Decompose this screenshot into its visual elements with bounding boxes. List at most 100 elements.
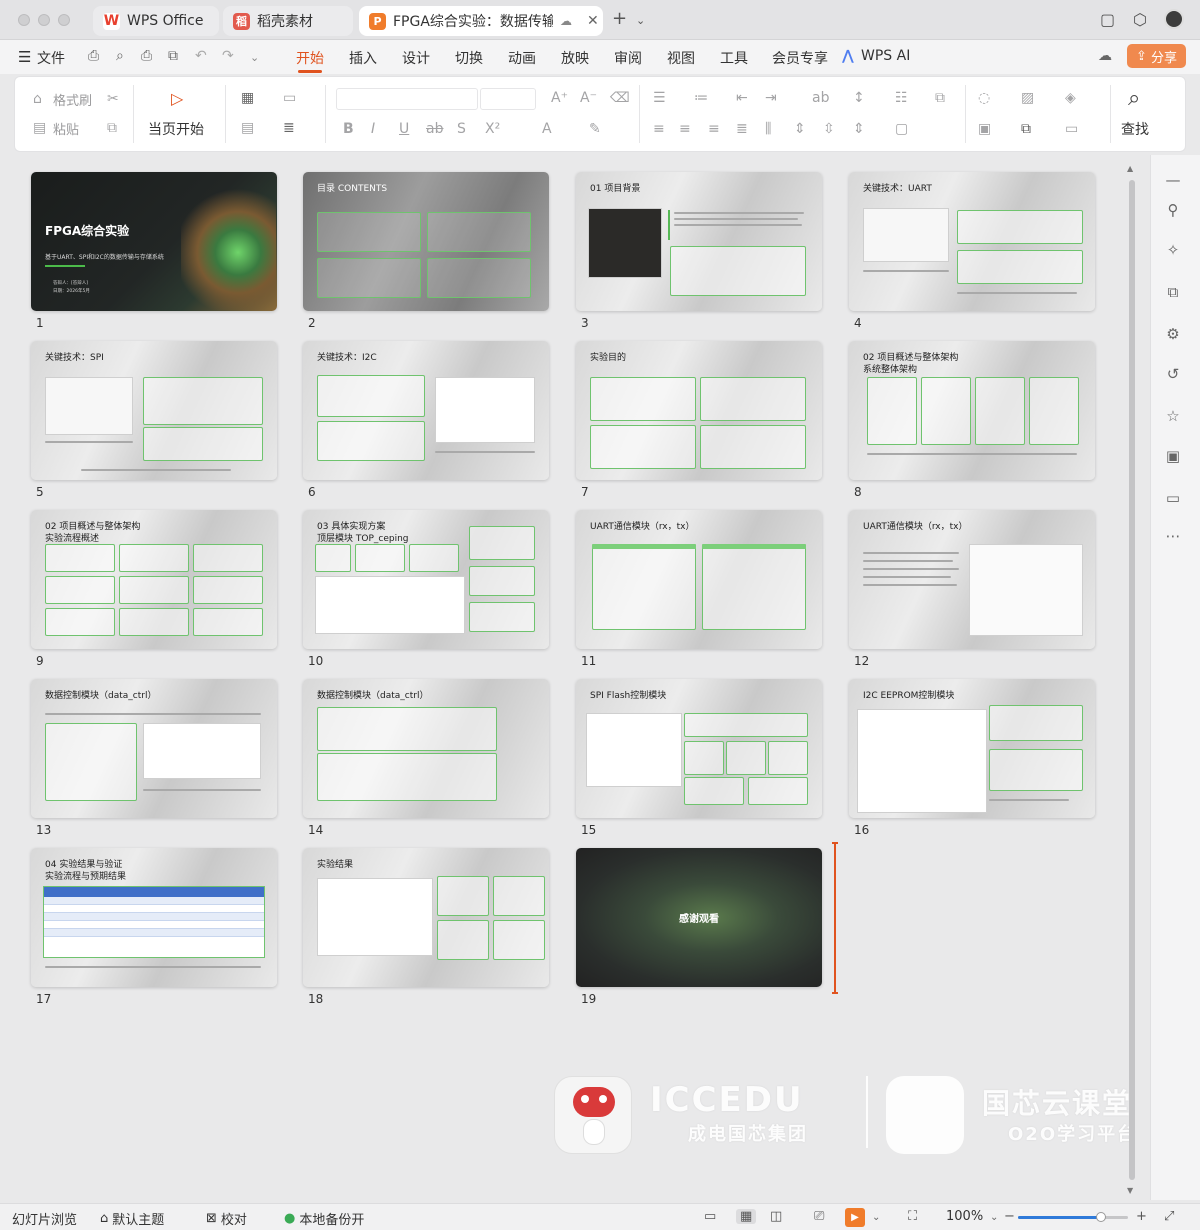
textbox-insert-icon[interactable]: ▣	[978, 121, 991, 137]
menu-review[interactable]: 审阅	[614, 48, 642, 68]
slide-thumbnail[interactable]: 实验结果	[303, 848, 549, 987]
slide-thumbnail[interactable]: 数据控制模块（data_ctrl）	[303, 679, 549, 818]
zoom-slider-knob[interactable]	[1095, 1212, 1106, 1222]
superscript-icon[interactable]: X²	[485, 121, 500, 137]
vertical-scrollbar[interactable]: ▲ ▼	[1127, 164, 1137, 1200]
menu-file[interactable]: 文件	[37, 48, 65, 68]
slide-thumbnail[interactable]: 关键技术：SPI	[31, 341, 277, 480]
bullet-list-icon[interactable]: ☰	[653, 90, 666, 106]
fill-icon[interactable]: ◈	[1065, 90, 1076, 106]
redo-icon[interactable]: ↷	[222, 48, 234, 64]
increase-indent-icon[interactable]: ⇥	[765, 90, 777, 106]
strikethrough-icon[interactable]: ab	[426, 121, 443, 137]
menu-member[interactable]: 会员专享	[772, 48, 828, 68]
font-family-select[interactable]	[336, 88, 478, 110]
text-direction-icon[interactable]: ab	[812, 90, 829, 106]
zoom-slider[interactable]	[1018, 1212, 1128, 1222]
new-tab-icon[interactable]: +	[612, 8, 627, 29]
find-button[interactable]: 查找	[1121, 119, 1149, 139]
history-icon[interactable]: ↺	[1163, 365, 1183, 385]
decrease-indent-icon[interactable]: ⇤	[736, 90, 748, 106]
cloud-sync-icon[interactable]: ☁	[1098, 48, 1112, 64]
menu-animation[interactable]: 动画	[508, 48, 536, 68]
menu-design[interactable]: 设计	[402, 48, 430, 68]
menu-wps-ai[interactable]: WPS AI	[861, 48, 910, 64]
copy-layers-icon[interactable]: ⧉	[1163, 283, 1183, 303]
slide-thumbnail[interactable]: 03 具体实现方案 顶层模块 TOP_ceping	[303, 510, 549, 649]
slide-thumbnail[interactable]: 02 项目概述与整体架构 实验流程概述	[31, 510, 277, 649]
layout-icon[interactable]: ▭	[283, 90, 296, 106]
picture-icon[interactable]: ▨	[1021, 90, 1034, 106]
scroll-thumb[interactable]	[1129, 180, 1135, 1180]
zoom-level[interactable]: 100%	[946, 1209, 983, 1224]
section-icon[interactable]: ▤	[241, 120, 254, 136]
increase-font-icon[interactable]: A⁺	[551, 90, 568, 106]
text-box-icon[interactable]: ▢	[895, 121, 908, 137]
magic-star-icon[interactable]: ✧	[1163, 241, 1183, 261]
slide-sorter-view-icon[interactable]: ▦	[736, 1209, 757, 1224]
tab-wps-office[interactable]: W WPS Office	[93, 6, 219, 36]
reset-icon[interactable]: ≣	[283, 120, 295, 136]
numbered-list-icon[interactable]: ≔	[694, 90, 708, 106]
vertical-align-icon[interactable]: ⇳	[823, 121, 835, 137]
window-layout-icon[interactable]: ▢	[1100, 10, 1115, 29]
italic-icon[interactable]: I	[371, 121, 375, 137]
proofread-button[interactable]: ⊠ 校对	[206, 1209, 247, 1228]
slide-thumbnail[interactable]: 数据控制模块（data_ctrl）	[31, 679, 277, 818]
paste-button[interactable]: 粘贴	[53, 119, 79, 138]
star-icon[interactable]: ☆	[1163, 407, 1183, 427]
chevron-down-icon[interactable]: ⌄	[636, 14, 645, 27]
theme-button[interactable]: ⌂ 默认主题	[100, 1209, 164, 1228]
slide-thumbnail[interactable]: 实验目的	[576, 341, 822, 480]
copy-icon[interactable]: ⧉	[107, 120, 117, 136]
save-icon[interactable]: ⎙	[88, 48, 99, 64]
tab-docer-material[interactable]: 稻 稻壳素材	[223, 6, 353, 36]
menu-home[interactable]: 开始	[296, 48, 324, 68]
shirt-icon[interactable]: ⚲	[1163, 201, 1183, 221]
backup-button[interactable]: ● 本地备份开	[284, 1209, 364, 1228]
shapes-icon[interactable]: ◌	[978, 90, 990, 106]
fit-window-icon[interactable]: ⛶	[908, 1209, 917, 1224]
slide-thumbnail[interactable]: 01 项目背景	[576, 172, 822, 311]
cut-icon[interactable]: ✂	[107, 91, 119, 107]
zoom-window-button[interactable]	[58, 14, 70, 26]
slide-thumbnail[interactable]: SPI Flash控制模块	[576, 679, 822, 818]
underline-icon[interactable]: U	[399, 121, 409, 137]
menu-slideshow[interactable]: 放映	[561, 48, 589, 68]
zoom-out-icon[interactable]: −	[1004, 1209, 1015, 1224]
hamburger-icon[interactable]: ☰	[18, 48, 31, 66]
slide-thumbnail[interactable]: 目录 CONTENTS	[303, 172, 549, 311]
close-tab-icon[interactable]: ✕	[587, 13, 599, 29]
scroll-up-icon[interactable]: ▲	[1127, 164, 1133, 173]
arrange-icon[interactable]: ⧉	[1021, 121, 1031, 137]
avatar[interactable]	[1164, 9, 1184, 29]
play-from-current-button[interactable]: 当页开始	[148, 119, 204, 139]
play-slideshow-icon[interactable]: ▶	[845, 1208, 865, 1227]
align-left-icon[interactable]: ≡	[653, 121, 665, 137]
slide-thumbnail[interactable]: 关键技术：I2C	[303, 341, 549, 480]
font-color-icon[interactable]: A	[542, 121, 552, 137]
menu-transition[interactable]: 切换	[455, 48, 483, 68]
comment-icon[interactable]: ▭	[1163, 489, 1183, 509]
menu-insert[interactable]: 插入	[349, 48, 377, 68]
align-right-icon[interactable]: ≡	[708, 121, 720, 137]
image-edit-icon[interactable]: ▣	[1163, 447, 1183, 467]
align-center-icon[interactable]: ≡	[679, 121, 691, 137]
slide-thumbnail[interactable]: 关键技术：UART	[849, 172, 1095, 311]
justify-icon[interactable]: ≣	[736, 121, 748, 137]
format-painter-button[interactable]: 格式刷	[53, 90, 92, 109]
fullscreen-icon[interactable]: ⤢	[1164, 1209, 1174, 1224]
print-icon[interactable]: ⎙	[141, 48, 152, 64]
sidebar-toggle-icon[interactable]: —	[1163, 171, 1183, 191]
slide-thumbnail[interactable]: 02 项目概述与整体架构 系统整体架构	[849, 341, 1095, 480]
close-window-button[interactable]	[18, 14, 30, 26]
minimize-window-button[interactable]	[38, 14, 50, 26]
presenter-view-icon[interactable]: ⎚	[814, 1209, 824, 1224]
scroll-down-icon[interactable]: ▼	[1127, 1186, 1133, 1195]
new-slide-icon[interactable]: ▦	[241, 90, 254, 106]
distribute-icon[interactable]: ⫼	[765, 121, 771, 137]
menu-view[interactable]: 视图	[667, 48, 695, 68]
decrease-font-icon[interactable]: A⁻	[580, 90, 597, 106]
convert-smartart-icon[interactable]: ⧉	[935, 90, 945, 106]
slide-thumbnail[interactable]: UART通信模块（rx，tx）	[576, 510, 822, 649]
